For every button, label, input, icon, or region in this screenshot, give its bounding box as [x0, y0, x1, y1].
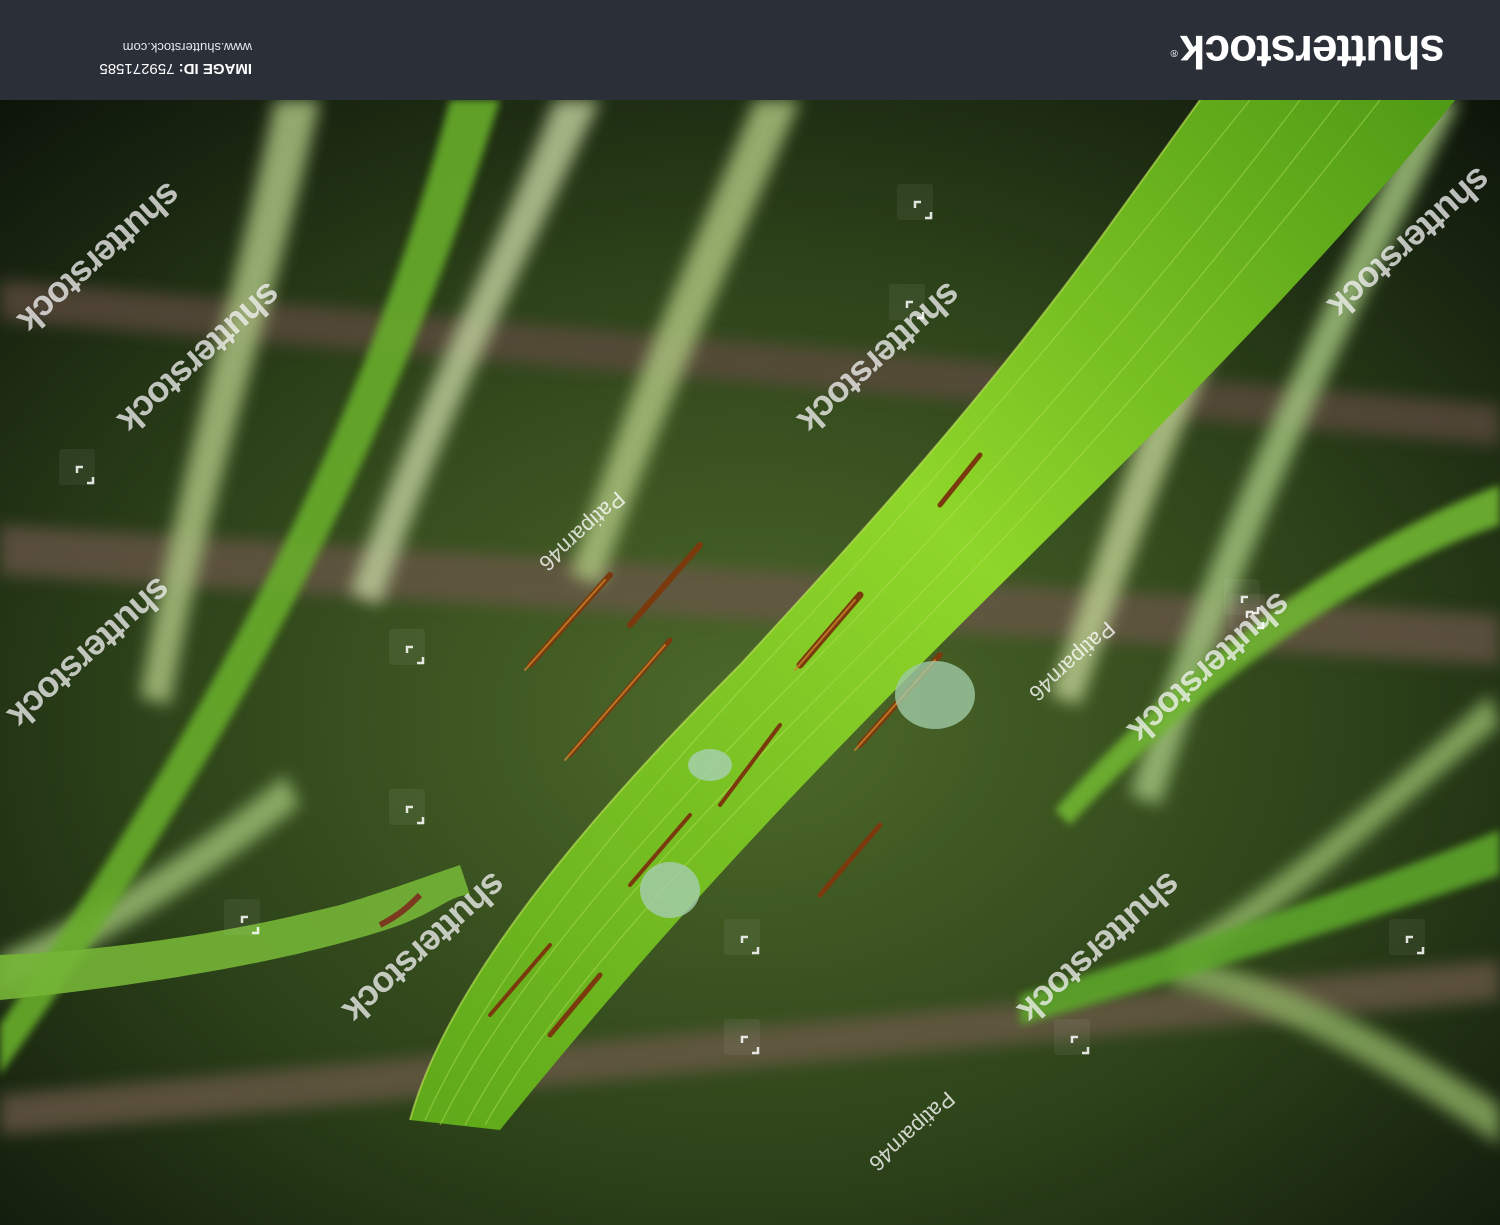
watermark-icon	[1229, 594, 1265, 630]
watermark-icon	[724, 919, 760, 955]
registered-mark: ®	[1171, 47, 1178, 58]
watermark-icon	[897, 184, 933, 220]
image-id-value: 759271585	[99, 60, 175, 77]
shutterstock-logo[interactable]: shutterstock®	[1172, 22, 1445, 82]
stock-photo: shutterstock shutterstock shutterstock s…	[0, 100, 1500, 1225]
site-url[interactable]: www.shutterstock.com	[52, 36, 252, 58]
watermark-icon	[389, 629, 425, 665]
image-meta: IMAGE ID: 759271585 www.shutterstock.com	[52, 36, 252, 78]
logo-text: shutterstock	[1180, 26, 1445, 78]
watermark-icon	[724, 1019, 760, 1055]
watermark-icon	[1054, 1019, 1090, 1055]
watermark-icon	[1389, 919, 1425, 955]
shutterstock-footer: shutterstock® IMAGE ID: 759271585 www.sh…	[0, 0, 1500, 100]
image-id-row: IMAGE ID: 759271585	[52, 58, 252, 78]
watermark-icon	[889, 284, 925, 320]
rice-leaf-photo	[0, 100, 1500, 1225]
image-id-label: IMAGE ID:	[178, 60, 252, 77]
watermark-icon	[59, 449, 95, 485]
watermark-icon	[389, 789, 425, 825]
upside-down-stage: shutterstock shutterstock shutterstock s…	[0, 0, 1500, 1225]
watermark-icon	[224, 899, 260, 935]
